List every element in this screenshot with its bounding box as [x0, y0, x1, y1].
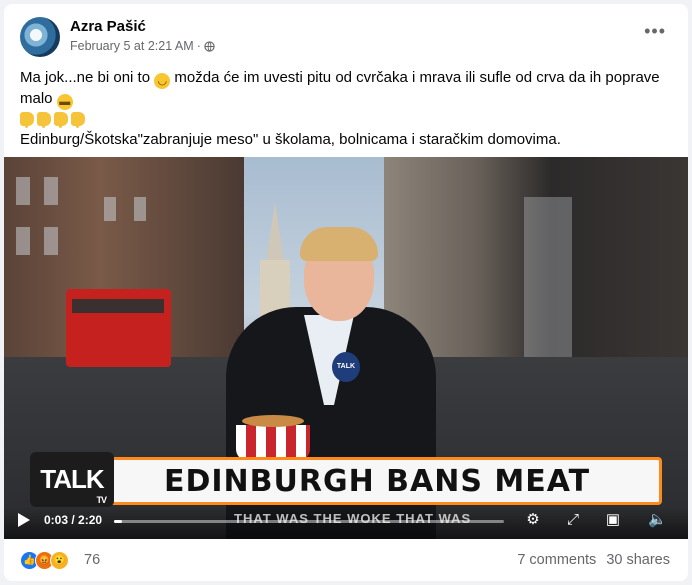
- pointing-down-icon: [71, 112, 85, 128]
- avatar[interactable]: [20, 17, 60, 57]
- post-card: Azra Pašić February 5 at 2:21 AM · ••• M…: [4, 4, 688, 581]
- settings-icon[interactable]: ⚙: [524, 511, 542, 529]
- logo-sub: TV: [96, 495, 106, 505]
- video-player[interactable]: TALK EDINBURGH BANS MEAT TALK TV THAT WAS…: [4, 157, 688, 539]
- post-timestamp[interactable]: February 5 at 2:21 AM: [70, 39, 194, 53]
- chicken-bucket: [236, 415, 310, 461]
- pointing-down-icon: [54, 112, 68, 128]
- wow-icon: 😮: [50, 551, 69, 570]
- headline-banner: EDINBURGH BANS MEAT: [164, 464, 591, 499]
- logo-text: TALK: [40, 464, 104, 494]
- comments-link[interactable]: 7 comments: [517, 552, 596, 568]
- window: [134, 197, 146, 221]
- mute-icon[interactable]: 🔈: [648, 511, 667, 529]
- post-text-line3: Edinburg/Škotska"zabranjuje meso" u škol…: [20, 131, 561, 148]
- reactions[interactable]: 👍 😡 😮: [20, 551, 69, 570]
- video-time: 0:03 / 2:20: [44, 513, 103, 527]
- author-name[interactable]: Azra Pašić: [70, 18, 146, 35]
- pointing-down-icon: [20, 112, 34, 128]
- shares-link[interactable]: 30 shares: [606, 552, 670, 568]
- engagement-stats: 7 comments 30 shares: [517, 552, 670, 568]
- window: [16, 227, 30, 255]
- red-bus: [66, 289, 171, 367]
- smile-emoji-icon: ◡: [154, 73, 171, 89]
- reporter-hair: [300, 227, 378, 261]
- pointing-down-icon: [37, 112, 51, 128]
- post-text: Ma jok...ne bi oni to ◡ možda će im uves…: [20, 68, 675, 150]
- reaction-count[interactable]: 76: [84, 552, 100, 568]
- microphone: TALK: [332, 352, 360, 382]
- window: [16, 177, 30, 205]
- post-footer: 👍 😡 😮 76 7 comments 30 shares: [20, 549, 670, 571]
- window: [104, 197, 116, 221]
- globe-icon: [204, 40, 215, 52]
- progress-fill: [114, 520, 122, 523]
- news-ticker: THAT WAS THE WOKE THAT WAS: [234, 511, 472, 526]
- window: [44, 227, 58, 255]
- meta-separator: ·: [196, 39, 201, 53]
- grin-emoji-icon: ▬: [56, 94, 73, 110]
- progress-bar[interactable]: [114, 520, 504, 523]
- more-options-button[interactable]: •••: [644, 22, 666, 40]
- window: [44, 177, 58, 205]
- church-spire: [266, 202, 284, 262]
- pointing-down-emojis: [20, 110, 675, 130]
- picture-in-picture-icon[interactable]: ▣: [604, 511, 622, 529]
- talktv-logo: TALK TV: [30, 452, 114, 507]
- play-icon[interactable]: [18, 513, 30, 527]
- post-meta: February 5 at 2:21 AM ·: [70, 39, 215, 53]
- fullscreen-icon[interactable]: ⤢: [564, 511, 582, 529]
- post-text-line1: Ma jok...ne bi oni to: [20, 69, 151, 86]
